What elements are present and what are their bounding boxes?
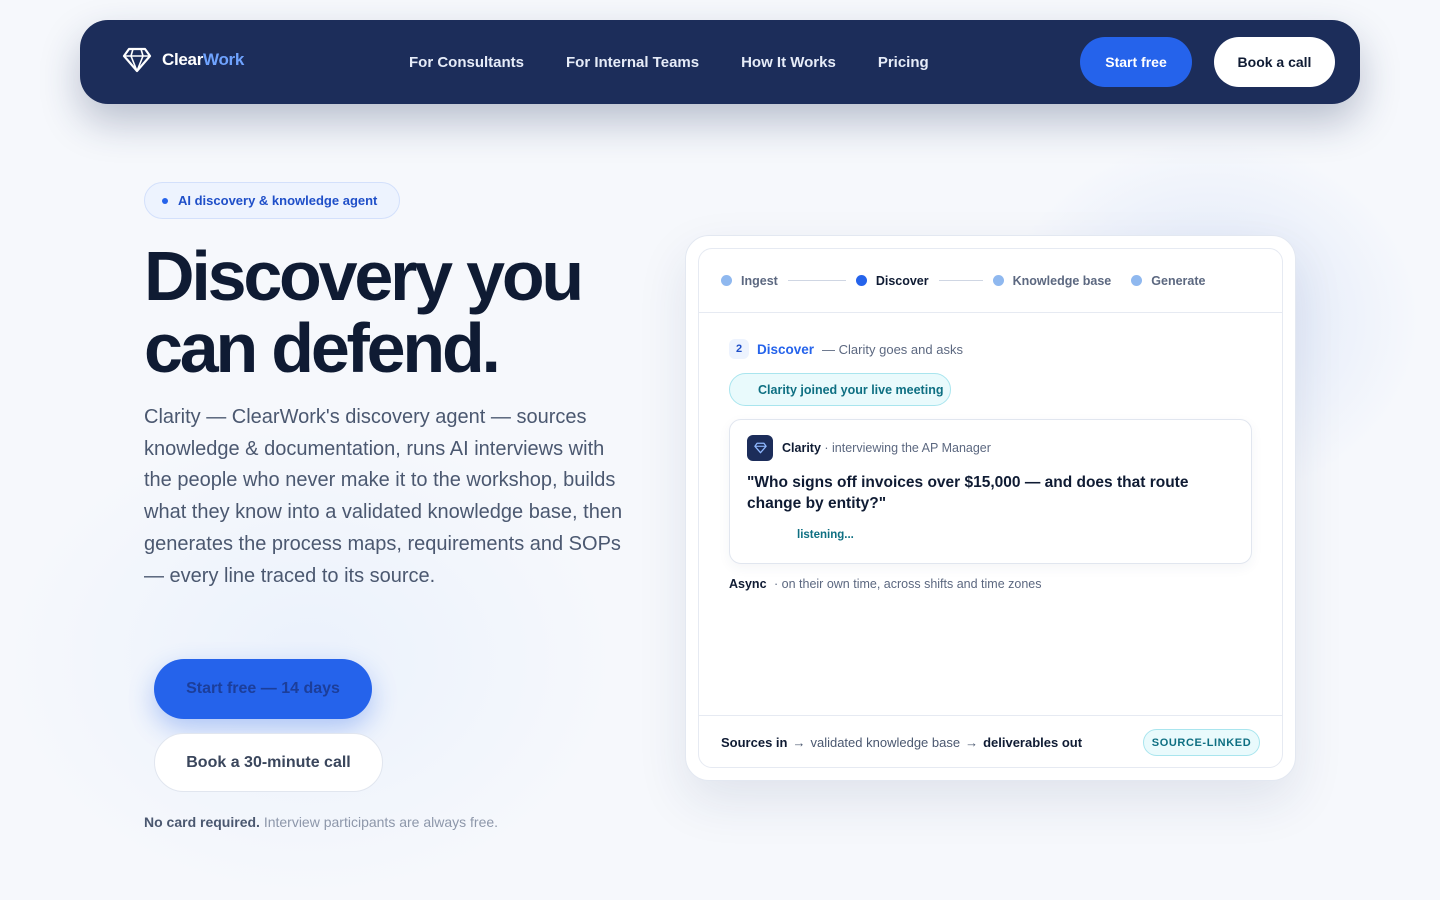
listening-status: listening... (797, 529, 854, 541)
step-connector (787, 280, 846, 281)
dot-icon (162, 197, 168, 204)
interview-question-card: Clarity · interviewing the AP Manager "W… (729, 419, 1252, 564)
diamond-logo-icon (122, 47, 152, 73)
diamond-avatar-icon (753, 442, 767, 454)
hero-description: Clarity — ClearWork's discovery agent — … (144, 406, 623, 587)
start-trial-button[interactable]: Start free — 14 days (154, 659, 372, 719)
hero-headline: Discovery you can defend. (144, 240, 664, 384)
step-label: Knowledge base (1012, 273, 1112, 288)
step-dot-icon (1131, 275, 1143, 286)
nav-link-consultants[interactable]: For Consultants (409, 54, 524, 71)
phase-subtitle: — Clarity goes and asks (822, 341, 963, 357)
product-preview-panel: Ingest Discover Knowledge base Generate … (698, 248, 1283, 768)
book-call-button[interactable]: Book a call (1214, 37, 1335, 87)
footer-sources: Sources in (721, 735, 788, 750)
step-connector (938, 280, 983, 281)
footer-middle: validated knowledge base (810, 735, 961, 750)
headline-line-1: Discovery you (144, 237, 584, 315)
arrow-right-icon: → (792, 735, 806, 750)
async-note: Async · on their own time, across shifts… (729, 577, 1042, 591)
arrow-right-icon: → (965, 735, 979, 750)
interview-question-text: "Who signs off invoices over $15,000 — a… (747, 474, 1189, 512)
interviewer-role: · interviewing the AP Manager (824, 441, 991, 455)
headline-line-2: can defend. (144, 309, 501, 387)
nav-link-pricing[interactable]: Pricing (878, 54, 929, 71)
phase-title: Discover (757, 341, 815, 357)
hero-pill-text: AI discovery & knowledge agent (178, 193, 378, 208)
brand-name: ClearWork (162, 50, 245, 69)
interviewer-meta: Clarity · interviewing the AP Manager (782, 441, 991, 455)
start-free-button[interactable]: Start free (1080, 37, 1192, 87)
interviewer-name: Clarity (782, 441, 821, 455)
phase-number: 2 (729, 339, 749, 359)
step-label: Ingest (741, 273, 778, 288)
footer-deliverables: deliverables out (983, 735, 1083, 750)
step-dot-icon (721, 275, 732, 286)
workflow-steps: Ingest Discover Knowledge base Generate (699, 249, 1282, 313)
step-knowledge-base[interactable]: Knowledge base (992, 273, 1112, 288)
avatar (747, 435, 773, 461)
source-linked-badge: SOURCE-LINKED (1143, 729, 1260, 756)
footnote-soft: Interview participants are always free. (263, 814, 499, 830)
nav-link-internal-teams[interactable]: For Internal Teams (566, 54, 699, 71)
phase-header: 2 Discover — Clarity goes and asks (729, 339, 963, 359)
footnote-strong: No card required. (144, 814, 260, 830)
card-footer: Sources in → validated knowledge base → … (699, 715, 1282, 767)
step-generate[interactable]: Generate (1131, 274, 1205, 288)
nav-links: For Consultants For Internal Teams How I… (409, 20, 971, 104)
top-navbar: ClearWork For Consultants For Internal T… (80, 20, 1360, 104)
step-ingest[interactable]: Ingest (721, 274, 778, 288)
step-label: Generate (1151, 273, 1206, 288)
async-description: · on their own time, across shifts and t… (774, 577, 1042, 591)
async-label: Async (729, 577, 767, 591)
step-label: Discover (875, 273, 929, 288)
step-discover[interactable]: Discover (855, 273, 929, 288)
book-30-minute-call-button[interactable]: Book a 30-minute call (154, 733, 383, 792)
nav-link-how-it-works[interactable]: How It Works (741, 54, 836, 71)
brand-logo[interactable]: ClearWork (122, 46, 244, 74)
hero-footnote: No card required. Interview participants… (144, 814, 498, 830)
hero-pill: AI discovery & knowledge agent (144, 182, 400, 219)
live-meeting-pill: Clarity joined your live meeting (729, 373, 951, 406)
step-dot-icon (855, 275, 867, 286)
product-preview-card: Ingest Discover Knowledge base Generate … (685, 235, 1296, 781)
step-dot-icon (992, 275, 1004, 286)
